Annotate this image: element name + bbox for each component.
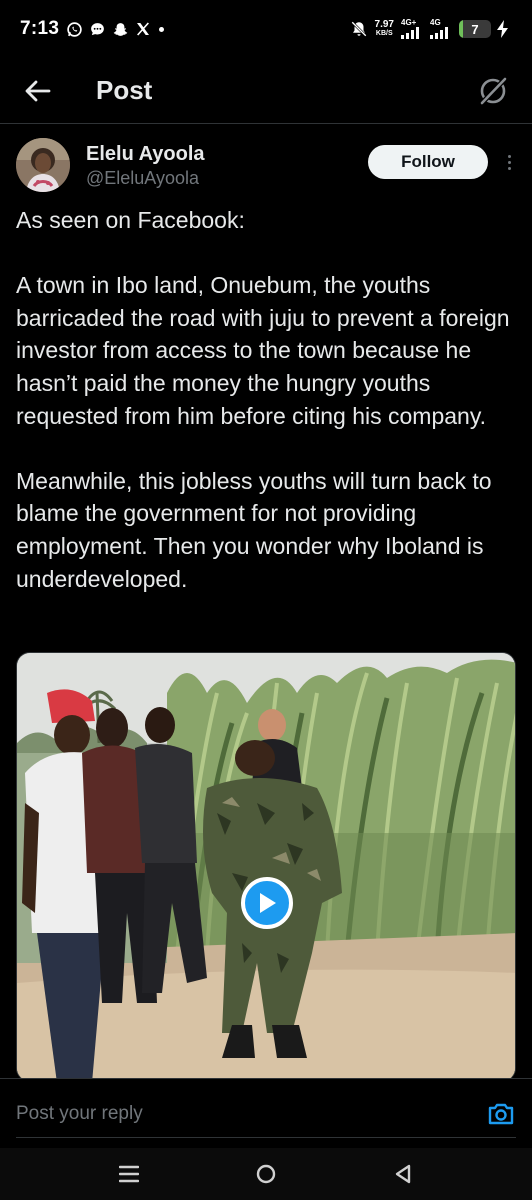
mute-bell-icon (350, 20, 368, 38)
arrow-left-icon (25, 80, 51, 101)
more-dot (507, 160, 511, 164)
charging-bolt-icon (494, 20, 512, 38)
net-speed-value: 7.97 (374, 19, 394, 30)
author-row: Elelu Ayoola @EleluAyoola Follow (0, 138, 532, 198)
status-bar: 7:13 7.97 KB/S 4G+ 4G 7 (0, 0, 532, 58)
handle[interactable]: @EleluAyoola (86, 166, 205, 190)
more-options-button[interactable] (502, 145, 516, 179)
back-button[interactable] (22, 75, 54, 107)
back-triangle-icon (396, 1164, 411, 1184)
author-names: Elelu Ayoola @EleluAyoola (86, 142, 205, 190)
reply-input[interactable] (16, 1102, 486, 1125)
signal-2-label: 4G (430, 18, 441, 27)
battery: 7 (459, 20, 512, 38)
signal-strength-1: 4G+ (401, 19, 423, 39)
back-nav-button[interactable] (383, 1154, 423, 1194)
whatsapp-icon (65, 20, 83, 38)
video-thumbnail[interactable] (16, 652, 516, 1082)
dot-icon (159, 26, 165, 32)
post-header: Post (0, 58, 532, 124)
reply-bar (0, 1078, 532, 1148)
x-icon (134, 20, 152, 38)
camera-button[interactable] (486, 1099, 516, 1129)
video-frame (17, 653, 515, 1081)
battery-fill (459, 20, 463, 38)
status-right: 7.97 KB/S 4G+ 4G 7 (350, 19, 512, 39)
status-time: 7:13 (20, 18, 60, 39)
signal-1-label: 4G+ (401, 18, 417, 27)
chat-bubble-icon (88, 20, 106, 38)
android-nav-bar (0, 1148, 532, 1200)
display-name[interactable]: Elelu Ayoola (86, 142, 205, 166)
recent-apps-button[interactable] (109, 1154, 149, 1194)
play-icon (260, 893, 276, 913)
net-speed-unit: KB/S (375, 30, 393, 37)
post-text: As seen on Facebook: A town in Ibo land,… (16, 207, 510, 592)
follow-button[interactable]: Follow (368, 145, 488, 179)
home-button[interactable] (246, 1154, 286, 1194)
signal-strength-2: 4G (430, 19, 452, 39)
play-button[interactable] (241, 877, 293, 929)
more-dot (507, 154, 511, 158)
snapchat-icon (111, 20, 129, 38)
grok-button[interactable] (476, 74, 510, 108)
menu-icon (118, 1165, 139, 1183)
signal-bars-icon (430, 27, 448, 39)
reply-divider (16, 1137, 516, 1138)
battery-icon: 7 (459, 20, 491, 38)
battery-level: 7 (471, 21, 479, 37)
net-speed: 7.97 KB/S (375, 20, 394, 38)
more-dot (507, 166, 511, 170)
notification-icons (65, 20, 165, 38)
page-title: Post (96, 75, 153, 105)
camera-icon (488, 1103, 514, 1124)
signal-bars-icon (401, 27, 419, 39)
home-circle-icon (256, 1164, 276, 1184)
avatar[interactable] (16, 138, 70, 192)
grok-icon (480, 76, 507, 105)
